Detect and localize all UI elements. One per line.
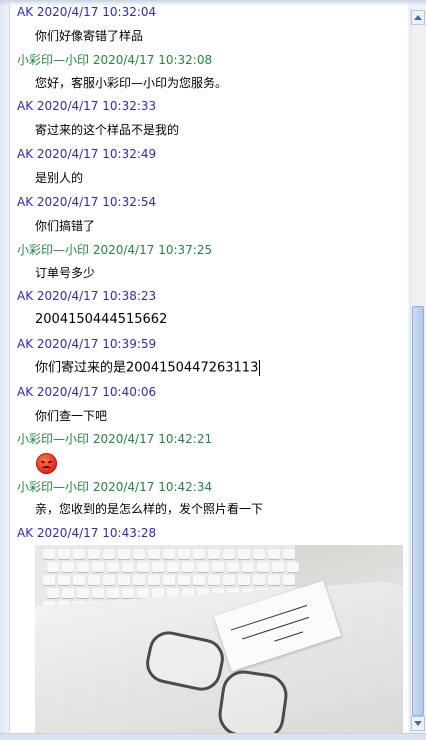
photo-keyboard-key: [238, 575, 250, 585]
photo-keyboard-key: [268, 575, 280, 585]
photo-keyboard-key: [88, 575, 100, 585]
message-header: AK 2020/4/17 10:43:28: [17, 526, 157, 540]
photo-keyboard-key: [118, 549, 130, 559]
photo-keyboard-key: [193, 549, 205, 559]
photo-keyboard-key: [178, 549, 190, 559]
message-header: 小彩印—小印 2020/4/17 10:42:21: [17, 432, 213, 446]
vertical-scrollbar[interactable]: [410, 8, 425, 733]
photo-keyboard-key: [107, 588, 119, 598]
message-header: AK 2020/4/17 10:38:23: [17, 289, 157, 303]
message-text: 你们查一下吧: [35, 409, 108, 423]
photo-keyboard-key: [223, 575, 235, 585]
chat-history[interactable]: AK 2020/4/17 10:32:04 你们好像寄错了样品 小彩印—小印 2…: [10, 0, 408, 733]
top-edge-shadow: [0, 0, 426, 6]
photo-keyboard-key: [47, 588, 59, 598]
message-header: AK 2020/4/17 10:32:49: [17, 147, 157, 161]
message-text: 您好，客服小彩印—小印为您服务。: [35, 76, 228, 90]
photo-keyboard-key: [58, 575, 70, 585]
photo-keyboard-key: [208, 549, 220, 559]
photo-keyboard-key: [148, 549, 160, 559]
photo-keyboard-key: [253, 575, 265, 585]
message-header: AK 2020/4/17 10:32:54: [17, 195, 157, 209]
photo-keyboard-key: [268, 549, 280, 559]
text-cursor: [259, 360, 261, 376]
photo-keyboard-key: [58, 549, 70, 559]
scroll-up-arrow-icon[interactable]: [411, 10, 425, 25]
message-header: AK 2020/4/17 10:32:04: [17, 5, 157, 19]
photo-keyboard-key: [43, 575, 55, 585]
photo-keyboard-key: [133, 549, 145, 559]
photo-keyboard-key: [182, 562, 194, 572]
scroll-down-arrow-icon[interactable]: [411, 716, 425, 731]
message-text: 2004150444515662: [35, 312, 168, 327]
photo-keyboard-key: [88, 549, 100, 559]
photo-keyboard-key: [257, 562, 269, 572]
photo-keyboard-key: [62, 588, 74, 598]
photo-keyboard-key: [73, 575, 85, 585]
message-header: AK 2020/4/17 10:40:06: [17, 385, 157, 399]
photo-keyboard-key: [62, 562, 74, 572]
photo-keyboard-key: [92, 562, 104, 572]
message-text: 亲，您收到的是怎么样的，发个照片看一下: [35, 502, 264, 516]
photo-keyboard-key: [283, 575, 295, 585]
photo-sample-pad: [215, 667, 291, 733]
photo-keyboard-key: [47, 562, 59, 572]
photo-keyboard-key: [77, 562, 89, 572]
photo-keyboard-key: [73, 549, 85, 559]
photo-keyboard-key: [167, 562, 179, 572]
message-photo[interactable]: [35, 545, 403, 733]
photo-keyboard-key: [118, 575, 130, 585]
message-text: 你们搞错了: [35, 219, 96, 233]
photo-keyboard-key: [103, 549, 115, 559]
photo-keyboard-key: [223, 549, 235, 559]
message-header: AK 2020/4/17 10:32:33: [17, 99, 157, 113]
message-text: 订单号多少: [35, 266, 96, 280]
message-text: 你们好像寄错了样品: [35, 29, 144, 43]
photo-keyboard-key: [272, 562, 284, 572]
chat-window: AK 2020/4/17 10:32:04 你们好像寄错了样品 小彩印—小印 2…: [0, 0, 426, 740]
photo-keyboard-key: [137, 588, 149, 598]
photo-keyboard-key: [163, 549, 175, 559]
photo-keyboard-key: [178, 575, 190, 585]
angry-face-icon: [36, 453, 57, 474]
photo-keyboard-key: [197, 562, 209, 572]
scrollbar-thumb[interactable]: [412, 306, 424, 716]
message-header: AK 2020/4/17 10:39:59: [17, 337, 157, 351]
photo-keyboard-key: [103, 575, 115, 585]
photo-keyboard-key: [242, 562, 254, 572]
photo-keyboard-key: [137, 562, 149, 572]
photo-keyboard-key: [152, 562, 164, 572]
message-header: 小彩印—小印 2020/4/17 10:37:25: [17, 243, 213, 257]
photo-keyboard-key: [133, 575, 145, 585]
photo-keyboard-key: [122, 562, 134, 572]
photo-keyboard-key: [107, 562, 119, 572]
photo-keyboard-key: [238, 549, 250, 559]
window-left-border: [0, 0, 10, 739]
message-header: 小彩印—小印 2020/4/17 10:42:34: [17, 480, 213, 494]
photo-keyboard-key: [163, 575, 175, 585]
message-text: 寄过来的这个样品不是我的: [35, 123, 180, 137]
photo-keyboard-key: [43, 549, 55, 559]
message-text: 你们寄过来的是2004150447263113: [35, 360, 261, 376]
photo-keyboard-key: [208, 575, 220, 585]
message-header: 小彩印—小印 2020/4/17 10:32:08: [17, 53, 213, 67]
photo-keyboard-key: [77, 588, 89, 598]
photo-keyboard-key: [283, 549, 295, 559]
photo-keyboard-key: [287, 562, 299, 572]
photo-keyboard-key: [212, 562, 224, 572]
photo-keyboard-key: [92, 588, 104, 598]
photo-keyboard-key: [122, 588, 134, 598]
photo-keyboard-key: [193, 575, 205, 585]
photo-keyboard-key: [148, 575, 160, 585]
message-text: 是别人的: [35, 171, 84, 185]
photo-keyboard-key: [253, 549, 265, 559]
photo-keyboard-key: [227, 562, 239, 572]
